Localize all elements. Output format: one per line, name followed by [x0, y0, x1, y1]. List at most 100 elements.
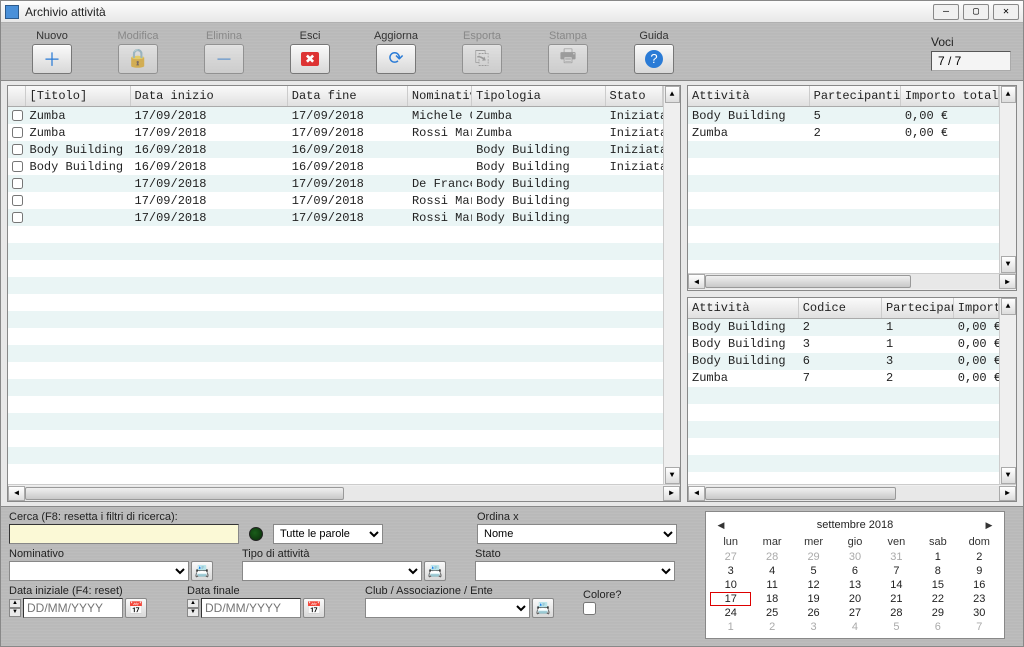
nuovo-button[interactable]: ＋: [32, 44, 72, 74]
detail-hscroll[interactable]: ◀▶: [688, 484, 1016, 501]
dataini-input[interactable]: [23, 598, 123, 618]
row-checkbox[interactable]: [12, 110, 23, 121]
cal-day[interactable]: 24: [710, 606, 751, 620]
parole-select[interactable]: Tutte le parole: [273, 524, 383, 544]
tipoattivita-select[interactable]: [242, 561, 422, 581]
table-row[interactable]: Body Building 16/09/2018 16/09/2018 Body…: [8, 158, 663, 175]
elimina-button[interactable]: －: [204, 44, 244, 74]
datafin-calendar-button[interactable]: 📅: [303, 598, 325, 618]
nominativo-lookup-button[interactable]: 📇: [191, 561, 213, 581]
esci-button[interactable]: ✖: [290, 44, 330, 74]
cal-day[interactable]: 14: [876, 578, 917, 592]
cal-day[interactable]: 9: [959, 564, 1000, 578]
table-row[interactable]: 17/09/2018 17/09/2018 Rossi Mari Body Bu…: [8, 192, 663, 209]
cal-day[interactable]: 18: [751, 592, 792, 606]
dataini-calendar-button[interactable]: 📅: [125, 598, 147, 618]
aggiorna-button[interactable]: ⟳: [376, 44, 416, 74]
cal-day[interactable]: 27: [834, 606, 875, 620]
table-row[interactable]: Zumba 17/09/2018 17/09/2018 Michele Ce Z…: [8, 107, 663, 124]
table-row[interactable]: Zumba 17/09/2018 17/09/2018 Rossi Mari Z…: [8, 124, 663, 141]
cal-day[interactable]: 27: [710, 550, 751, 564]
table-row[interactable]: Body Building210,00 €: [688, 319, 999, 336]
cal-day[interactable]: 16: [959, 578, 1000, 592]
cal-day[interactable]: 30: [834, 550, 875, 564]
row-checkbox[interactable]: [12, 178, 23, 189]
summary-hscroll[interactable]: ◀▶: [688, 273, 1016, 290]
cal-day[interactable]: 8: [917, 564, 958, 578]
col-importo2[interactable]: Import: [954, 298, 999, 318]
col-attivita2[interactable]: Attività: [688, 298, 799, 318]
cal-day[interactable]: 22: [917, 592, 958, 606]
col-stato[interactable]: Stato: [606, 86, 663, 106]
cal-next-button[interactable]: ▶: [982, 518, 996, 532]
table-row[interactable]: Body Building630,00 €: [688, 353, 999, 370]
tipoattivita-lookup-button[interactable]: 📇: [424, 561, 446, 581]
cal-day[interactable]: 26: [793, 606, 834, 620]
col-tipologia[interactable]: Tipologia: [472, 86, 605, 106]
cal-day[interactable]: 1: [917, 550, 958, 564]
club-lookup-button[interactable]: 📇: [532, 598, 554, 618]
col-partecipanti2[interactable]: Partecipanti: [882, 298, 954, 318]
guida-button[interactable]: ?: [634, 44, 674, 74]
stato-select[interactable]: [475, 561, 675, 581]
row-checkbox[interactable]: [12, 212, 23, 223]
summary-vscroll[interactable]: ▲▼: [999, 86, 1016, 273]
colore-checkbox[interactable]: [583, 602, 596, 615]
scroll-down-icon[interactable]: ▼: [665, 467, 680, 484]
datafin-spinner[interactable]: ▲▼: [187, 599, 199, 617]
col-codice[interactable]: Codice: [799, 298, 882, 318]
search-input[interactable]: [9, 524, 239, 544]
cal-day[interactable]: 31: [876, 550, 917, 564]
table-row[interactable]: Body Building50,00 €: [688, 107, 999, 124]
cal-day[interactable]: 28: [751, 550, 792, 564]
cal-day[interactable]: 15: [917, 578, 958, 592]
detail-vscroll[interactable]: ▲▼: [999, 298, 1016, 485]
row-checkbox[interactable]: [12, 195, 23, 206]
cal-day[interactable]: 13: [834, 578, 875, 592]
cal-day[interactable]: 5: [876, 620, 917, 634]
cal-day[interactable]: 6: [917, 620, 958, 634]
table-row[interactable]: Body Building 16/09/2018 16/09/2018 Body…: [8, 141, 663, 158]
dataini-spinner[interactable]: ▲▼: [9, 599, 21, 617]
table-row[interactable]: Body Building310,00 €: [688, 336, 999, 353]
main-grid-vscroll[interactable]: ▲ ▼: [663, 86, 680, 484]
cal-day[interactable]: 6: [834, 564, 875, 578]
main-grid-body[interactable]: Zumba 17/09/2018 17/09/2018 Michele Ce Z…: [8, 107, 663, 484]
nominativo-select[interactable]: [9, 561, 189, 581]
cal-day[interactable]: 12: [793, 578, 834, 592]
col-titolo[interactable]: [Titolo]: [26, 86, 131, 106]
cal-day[interactable]: 10: [710, 578, 751, 592]
table-row[interactable]: Zumba720,00 €: [688, 370, 999, 387]
col-nominativo[interactable]: Nominativo: [408, 86, 472, 106]
cal-day[interactable]: 2: [751, 620, 792, 634]
cal-day[interactable]: 4: [751, 564, 792, 578]
ordina-select[interactable]: Nome: [477, 524, 677, 544]
cal-day[interactable]: 3: [710, 564, 751, 578]
club-select[interactable]: [365, 598, 530, 618]
cal-day[interactable]: 3: [793, 620, 834, 634]
row-checkbox[interactable]: [12, 144, 23, 155]
col-attivita[interactable]: Attività: [688, 86, 810, 106]
table-row[interactable]: 17/09/2018 17/09/2018 De Frances Body Bu…: [8, 175, 663, 192]
cal-day[interactable]: 19: [793, 592, 834, 606]
scroll-right-icon[interactable]: ▶: [663, 486, 680, 501]
table-row[interactable]: Zumba20,00 €: [688, 124, 999, 141]
cal-day[interactable]: 28: [876, 606, 917, 620]
esporta-button[interactable]: ⎘: [462, 44, 502, 74]
minimize-button[interactable]: —: [933, 4, 959, 20]
cal-day[interactable]: 23: [959, 592, 1000, 606]
cal-day[interactable]: 7: [959, 620, 1000, 634]
detail-grid-body[interactable]: Body Building210,00 €Body Building310,00…: [688, 319, 999, 485]
cal-day[interactable]: 4: [834, 620, 875, 634]
col-data-inizio[interactable]: Data inizio: [131, 86, 288, 106]
cal-day[interactable]: 7: [876, 564, 917, 578]
maximize-button[interactable]: ▢: [963, 4, 989, 20]
cal-prev-button[interactable]: ◀: [714, 518, 728, 532]
stampa-button[interactable]: 🖶: [548, 44, 588, 74]
row-checkbox[interactable]: [12, 161, 23, 172]
cal-day[interactable]: 5: [793, 564, 834, 578]
col-data-fine[interactable]: Data fine: [288, 86, 408, 106]
cal-day[interactable]: 1: [710, 620, 751, 634]
cal-day[interactable]: 21: [876, 592, 917, 606]
cal-day[interactable]: 20: [834, 592, 875, 606]
